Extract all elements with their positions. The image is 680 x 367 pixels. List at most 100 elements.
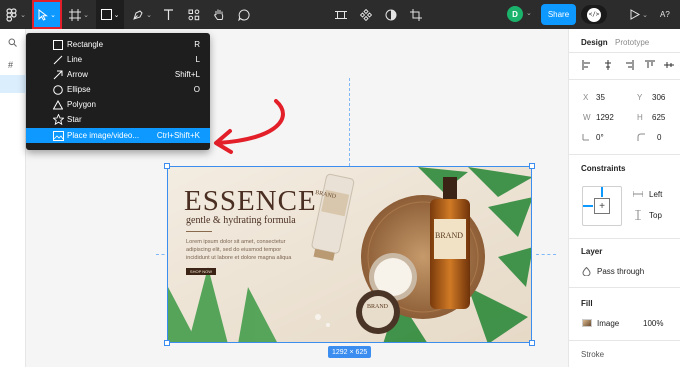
- shape-tool-button[interactable]: ⌄: [96, 0, 124, 29]
- frame-icon: [69, 8, 82, 21]
- plus-icon: +: [594, 198, 610, 214]
- search-icon[interactable]: [0, 33, 26, 51]
- align-top-icon[interactable]: [644, 59, 656, 71]
- chevron-down-icon: ⌄: [83, 11, 89, 19]
- menu-item-star[interactable]: Star: [26, 112, 210, 127]
- avatar[interactable]: D: [507, 6, 523, 22]
- crop-icon: [410, 8, 422, 21]
- fill-opacity[interactable]: 100%: [643, 319, 663, 328]
- code-icon: </>: [587, 7, 601, 22]
- text-tool-button[interactable]: [158, 0, 178, 29]
- rectangle-icon: [100, 9, 112, 20]
- chevron-down-icon[interactable]: ⌄: [526, 9, 532, 17]
- divider: [569, 287, 680, 288]
- share-button[interactable]: Share: [541, 4, 576, 25]
- components-icon: [188, 9, 200, 20]
- image-fill-swatch[interactable]: [582, 319, 592, 327]
- ad-subtitle: gentle & hydrating formula: [186, 215, 296, 226]
- ellipse-icon: [51, 84, 65, 96]
- crop-button[interactable]: [406, 0, 426, 29]
- constraint-top-marker[interactable]: [601, 187, 603, 197]
- mask-button[interactable]: [381, 0, 401, 29]
- y-field[interactable]: 306: [652, 93, 665, 102]
- chevron-down-icon: ⌄: [50, 11, 56, 19]
- brand-label: BRAND: [435, 231, 464, 240]
- resize-handle[interactable]: [529, 163, 535, 169]
- move-tool-button[interactable]: ⌄: [32, 0, 62, 29]
- menu-item-polygon[interactable]: Polygon: [26, 97, 210, 112]
- ad-shop-button: SHOP NOW: [186, 268, 216, 275]
- layer-row-selected[interactable]: [0, 75, 26, 93]
- line-icon: [51, 54, 65, 66]
- vertical-constraint-icon: [633, 210, 643, 220]
- corner-radius-field[interactable]: 0: [657, 133, 661, 142]
- frame-selection-icon: [335, 10, 347, 19]
- hand-tool-button[interactable]: [209, 0, 229, 29]
- contrast-icon: [385, 9, 397, 20]
- annotation-arrow-icon: [214, 99, 285, 154]
- shape-tools-menu: Rectangle R Line L Arrow Shift+L Ellipse…: [26, 33, 210, 150]
- x-field[interactable]: 35: [596, 93, 605, 102]
- resize-handle[interactable]: [529, 340, 535, 346]
- zoom-label[interactable]: A?: [660, 0, 670, 29]
- present-button[interactable]: ⌄: [627, 0, 651, 29]
- resources-button[interactable]: [184, 0, 204, 29]
- fill-heading: Fill: [581, 299, 593, 308]
- resize-handle[interactable]: [164, 163, 170, 169]
- menu-item-arrow[interactable]: Arrow Shift+L: [26, 67, 210, 82]
- divider: [569, 52, 680, 53]
- tab-design[interactable]: Design: [581, 38, 608, 47]
- fill-type[interactable]: Image: [597, 319, 619, 328]
- auto-layout-button[interactable]: [331, 0, 351, 29]
- rotation-icon: [582, 133, 590, 141]
- play-icon: [630, 9, 641, 20]
- vertical-constraint-select[interactable]: Top: [649, 211, 662, 220]
- height-field[interactable]: 625: [652, 113, 665, 122]
- horizontal-constraint-select[interactable]: Left: [649, 190, 662, 199]
- width-field[interactable]: 1292: [596, 113, 614, 122]
- chevron-down-icon: ⌄: [20, 11, 26, 19]
- comment-tool-button[interactable]: [234, 0, 254, 29]
- resize-handle[interactable]: [164, 340, 170, 346]
- create-component-button[interactable]: [356, 0, 376, 29]
- rotation-field[interactable]: 0°: [596, 133, 604, 142]
- properties-panel: Design Prototype X 35 Y 306 W 1292 H 625…: [568, 29, 680, 367]
- x-label: X: [583, 93, 589, 102]
- main-menu-button[interactable]: ⌄: [2, 0, 30, 29]
- arrow-icon: [51, 69, 65, 81]
- menu-item-line[interactable]: Line L: [26, 52, 210, 67]
- y-label: Y: [637, 93, 643, 102]
- align-left-icon[interactable]: [581, 59, 593, 71]
- blend-mode-select[interactable]: Pass through: [597, 267, 644, 276]
- divider: [569, 340, 680, 341]
- polygon-icon: [51, 99, 65, 111]
- pen-icon: [133, 9, 143, 20]
- constraint-left-marker[interactable]: [583, 205, 593, 207]
- layer-heading: Layer: [581, 247, 603, 256]
- menu-item-ellipse[interactable]: Ellipse O: [26, 82, 210, 97]
- rectangle-icon: [51, 39, 65, 51]
- constraints-heading: Constraints: [581, 164, 626, 173]
- constraints-widget[interactable]: +: [582, 186, 622, 226]
- menu-item-rectangle[interactable]: Rectangle R: [26, 37, 210, 52]
- align-center-horizontal-icon[interactable]: [602, 59, 614, 71]
- align-middle-vertical-icon[interactable]: [663, 59, 675, 71]
- stroke-heading: Stroke: [581, 350, 605, 359]
- align-right-icon[interactable]: [623, 59, 635, 71]
- blend-mode-icon: [582, 267, 591, 276]
- guide-line: [536, 254, 556, 255]
- guide-line: [349, 78, 350, 166]
- divider: [186, 231, 212, 232]
- layer-row[interactable]: #: [0, 56, 26, 74]
- top-toolbar: ⌄ ⌄ ⌄ ⌄ ⌄ D ⌄ Share </> ⌄ A?: [0, 0, 680, 29]
- tab-prototype[interactable]: Prototype: [615, 38, 649, 47]
- cursor-icon: [38, 8, 49, 21]
- star-icon: [51, 114, 65, 126]
- horizontal-constraint-icon: [633, 190, 643, 198]
- frame-tool-button[interactable]: ⌄: [66, 0, 92, 29]
- menu-item-place-image[interactable]: Place image/video... Ctrl+Shift+K: [26, 128, 210, 143]
- pen-tool-button[interactable]: ⌄: [128, 0, 156, 29]
- divider: [569, 79, 680, 80]
- image-frame[interactable]: ESSENCE gentle & hydrating formula Lorem…: [167, 166, 532, 343]
- dev-mode-toggle[interactable]: </>: [581, 5, 607, 24]
